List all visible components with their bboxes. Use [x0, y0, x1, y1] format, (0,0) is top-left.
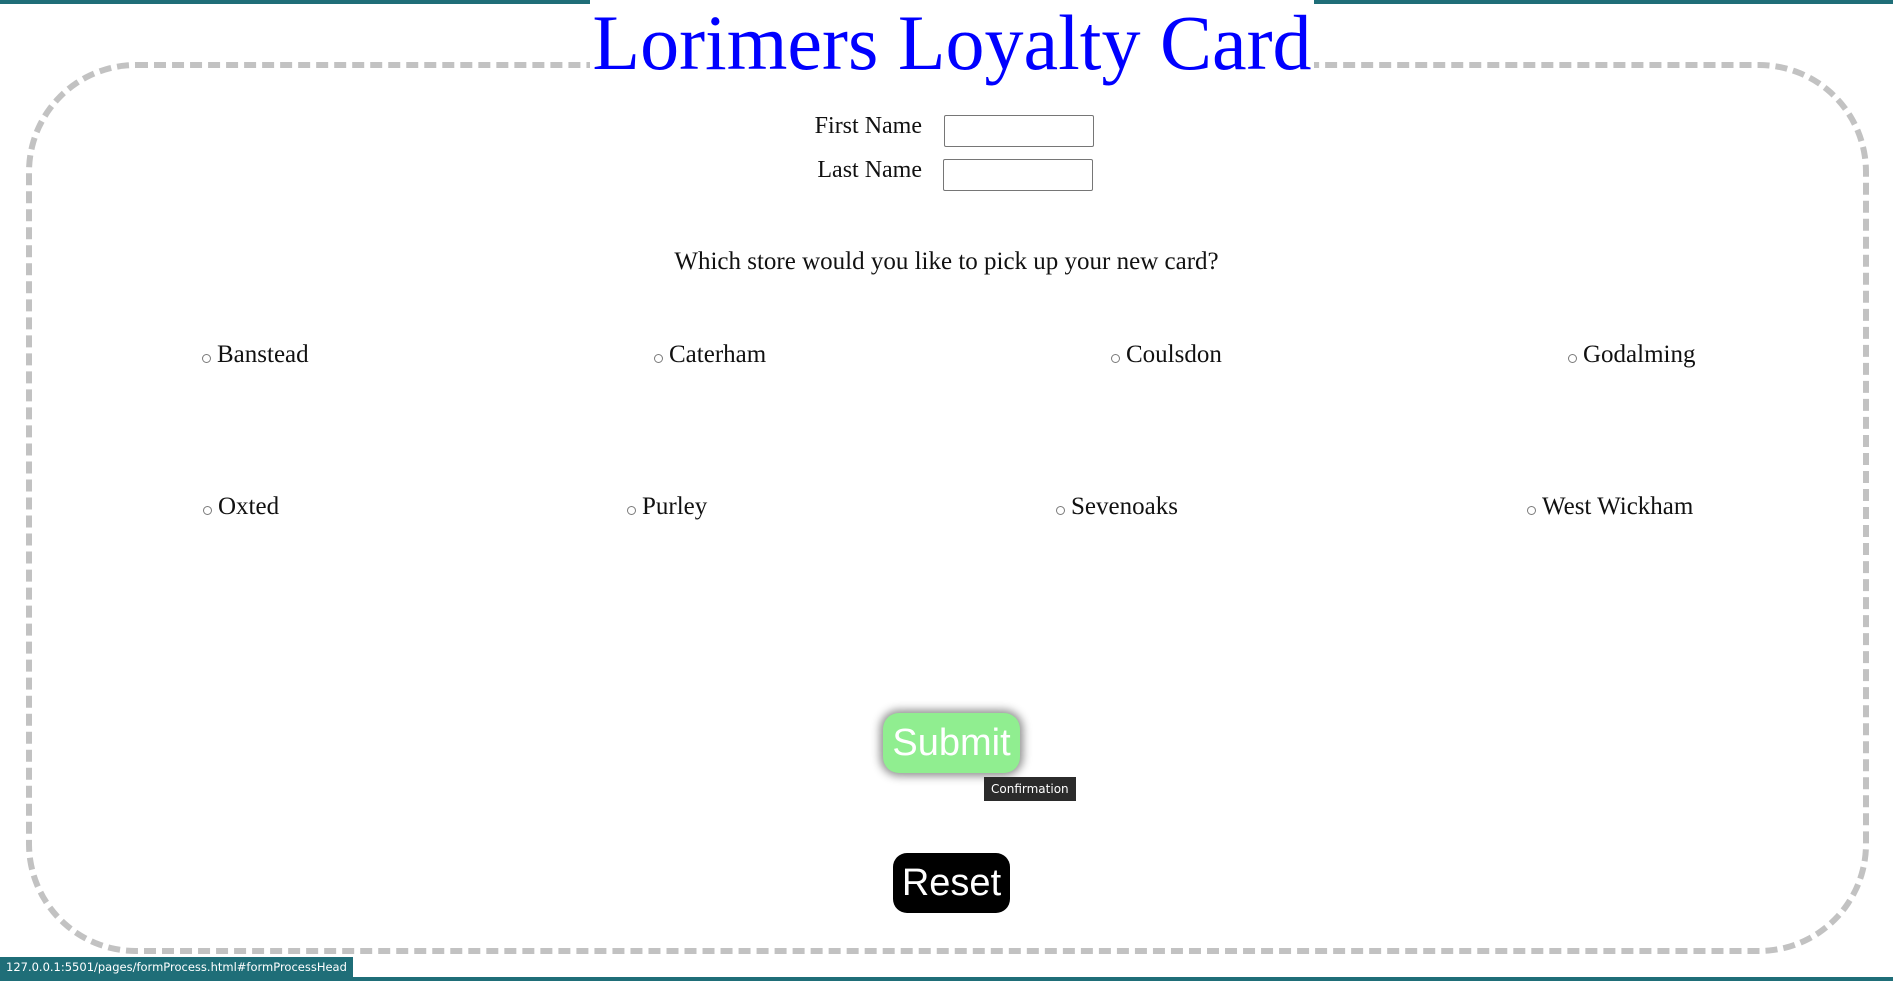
submit-tooltip: Confirmation	[984, 777, 1076, 801]
store-label: Coulsdon	[1126, 341, 1222, 368]
store-option-godalming[interactable]: Godalming	[1568, 340, 1696, 370]
store-option-oxted[interactable]: Oxted	[203, 492, 279, 522]
radio-button[interactable]	[1568, 353, 1577, 363]
first-name-label: First Name	[814, 113, 922, 139]
radio-button[interactable]	[1111, 353, 1120, 363]
store-label: Purley	[642, 493, 708, 520]
radio-button[interactable]	[203, 505, 212, 515]
submit-button[interactable]: Submit	[883, 713, 1020, 773]
store-option-purley[interactable]: Purley	[627, 492, 707, 522]
store-option-banstead[interactable]: Banstead	[202, 340, 309, 370]
last-name-label: Last Name	[817, 157, 922, 183]
store-label: Sevenoaks	[1071, 493, 1178, 520]
radio-button[interactable]	[1056, 505, 1065, 515]
reset-button[interactable]: Reset	[893, 853, 1010, 913]
store-option-caterham[interactable]: Caterham	[654, 340, 766, 370]
store-option-coulsdon[interactable]: Coulsdon	[1111, 340, 1222, 370]
radio-button[interactable]	[202, 353, 211, 363]
store-label: West Wickham	[1542, 493, 1694, 520]
first-name-field[interactable]	[944, 115, 1094, 147]
status-bar-url: 127.0.0.1:5501/pages/formProcess.html#fo…	[0, 957, 353, 978]
store-label: Caterham	[669, 341, 767, 368]
radio-button[interactable]	[1527, 505, 1536, 515]
store-option-west-wickham[interactable]: West Wickham	[1527, 492, 1693, 522]
page-title: Lorimers Loyalty Card	[590, 0, 1314, 86]
store-label: Oxted	[218, 493, 280, 520]
store-question: Which store would you like to pick up yo…	[674, 248, 1219, 275]
store-option-sevenoaks[interactable]: Sevenoaks	[1056, 492, 1178, 522]
last-name-field[interactable]	[943, 159, 1093, 191]
store-label: Godalming	[1583, 341, 1696, 368]
radio-button[interactable]	[627, 505, 636, 515]
radio-button[interactable]	[654, 353, 663, 363]
store-label: Banstead	[217, 341, 309, 368]
